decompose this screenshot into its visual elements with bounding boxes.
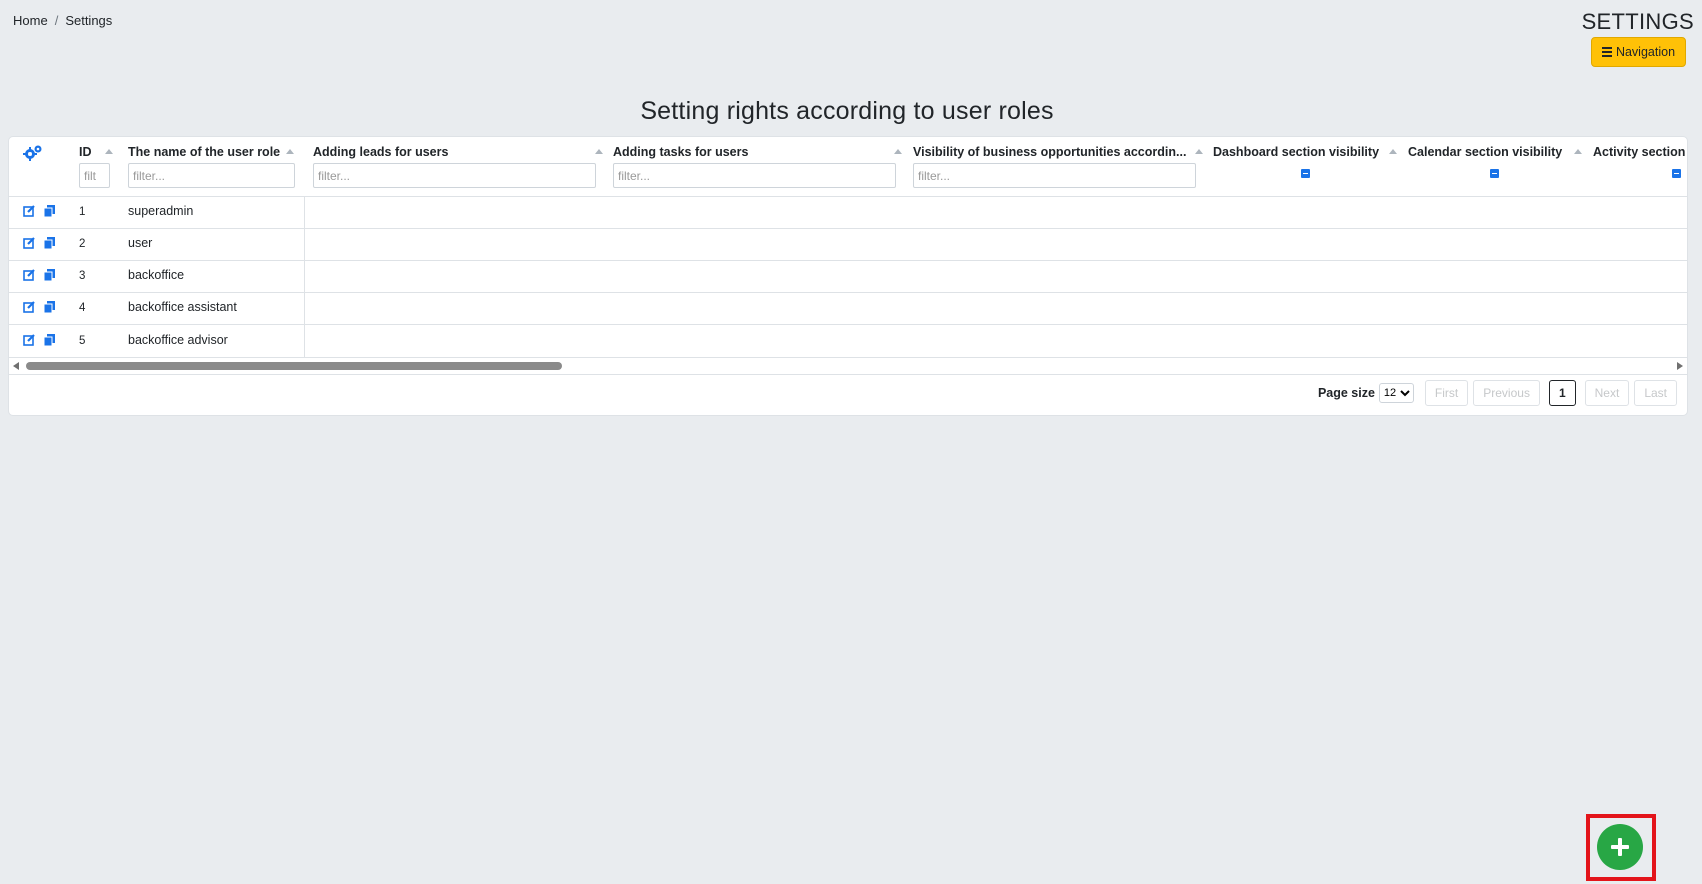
row-id: 5 — [79, 335, 86, 347]
breadcrumb: Home / Settings — [13, 13, 112, 28]
edit-icon[interactable] — [23, 334, 35, 346]
column-dashboard-header[interactable]: Dashboard section visibility — [1213, 145, 1379, 159]
plus-icon — [1611, 838, 1629, 856]
page-heading: SETTINGS — [1581, 9, 1694, 34]
table-row: 5 backoffice advisor — [9, 325, 1687, 358]
column-opportunities: Visibility of business opportunities acc… — [913, 137, 1203, 196]
row-id: 3 — [79, 270, 86, 282]
first-page-button[interactable]: First — [1424, 380, 1469, 406]
column-adding-leads-header[interactable]: Adding leads for users — [313, 145, 448, 159]
column-activity-header[interactable]: Activity section v — [1593, 145, 1687, 159]
row-id: 4 — [79, 302, 86, 314]
column-id-header[interactable]: ID — [79, 145, 92, 159]
next-page-button[interactable]: Next — [1584, 380, 1630, 406]
sort-icon[interactable] — [286, 149, 294, 154]
sort-icon[interactable] — [1574, 149, 1582, 154]
column-calendar-header[interactable]: Calendar section visibility — [1408, 145, 1562, 159]
menu-icon — [1601, 45, 1612, 59]
copy-icon[interactable] — [44, 334, 55, 346]
edit-icon[interactable] — [23, 301, 35, 313]
column-dashboard: Dashboard section visibility — [1213, 137, 1403, 196]
current-page-button[interactable]: 1 — [1548, 380, 1576, 406]
grid-header: ID The name of the user role Adding lead… — [9, 137, 1687, 197]
page-size-label: Page size — [1317, 386, 1375, 400]
copy-icon[interactable] — [44, 269, 55, 281]
column-role-name-header[interactable]: The name of the user role — [128, 145, 280, 159]
scroll-left-arrow-icon[interactable] — [13, 362, 19, 370]
row-actions — [23, 237, 55, 249]
last-page-button[interactable]: Last — [1634, 380, 1677, 406]
sort-icon[interactable] — [894, 149, 902, 154]
row-actions — [23, 334, 55, 346]
copy-icon[interactable] — [44, 205, 55, 217]
minus-checkbox-icon[interactable] — [1490, 169, 1499, 178]
minus-checkbox-icon[interactable] — [1672, 169, 1681, 178]
previous-page-button[interactable]: Previous — [1473, 380, 1540, 406]
row-id: 1 — [79, 206, 86, 218]
horizontal-scrollbar[interactable] — [9, 358, 1687, 375]
page-size-select[interactable]: 12 — [1378, 383, 1414, 403]
column-adding-tasks-header[interactable]: Adding tasks for users — [613, 145, 748, 159]
opportunities-filter-input[interactable] — [913, 163, 1196, 188]
page-title: Setting rights according to user roles — [640, 97, 1054, 125]
add-button[interactable] — [1597, 824, 1643, 870]
column-role-name: The name of the user role — [128, 137, 296, 196]
table-row: 3 backoffice — [9, 260, 1687, 293]
column-opportunities-header[interactable]: Visibility of business opportunities acc… — [913, 145, 1186, 159]
edit-icon[interactable] — [23, 269, 35, 281]
pagination: Page size 12 First Previous 1 Next Last — [1318, 379, 1677, 407]
adding-leads-filter-input[interactable] — [313, 163, 596, 188]
column-calendar: Calendar section visibility — [1408, 137, 1598, 196]
role-name-filter-input[interactable] — [128, 163, 295, 188]
adding-tasks-filter-input[interactable] — [613, 163, 896, 188]
gear-icon[interactable] — [23, 145, 43, 166]
column-adding-leads: Adding leads for users — [313, 137, 603, 196]
table-row: 1 superadmin — [9, 196, 1687, 229]
row-role-name: user — [128, 236, 153, 250]
row-role-name: backoffice — [128, 268, 185, 282]
scrollbar-thumb[interactable] — [26, 362, 562, 370]
copy-icon[interactable] — [44, 301, 55, 313]
minus-checkbox-icon[interactable] — [1301, 169, 1310, 178]
id-filter-input[interactable] — [79, 163, 110, 188]
navigation-button-label: Navigation — [1615, 45, 1676, 59]
column-activity: Activity section v — [1593, 137, 1687, 196]
row-actions — [23, 301, 55, 313]
breadcrumb-home-link[interactable]: Home — [13, 13, 48, 28]
row-id: 2 — [79, 238, 86, 250]
table-row: 4 backoffice assistant — [9, 292, 1687, 325]
navigation-button[interactable]: Navigation — [1591, 37, 1686, 67]
edit-icon[interactable] — [23, 237, 35, 249]
breadcrumb-separator: / — [54, 13, 59, 28]
sort-icon[interactable] — [105, 149, 113, 154]
row-role-name: backoffice assistant — [128, 300, 237, 314]
row-actions — [23, 269, 55, 281]
row-actions — [23, 205, 55, 217]
column-adding-tasks: Adding tasks for users — [613, 137, 903, 196]
column-id: ID — [79, 137, 119, 196]
sort-icon[interactable] — [595, 149, 603, 154]
roles-grid: ID The name of the user role Adding lead… — [8, 136, 1688, 416]
breadcrumb-current: Settings — [65, 13, 113, 28]
table-row: 2 user — [9, 228, 1687, 261]
row-role-name: superadmin — [128, 204, 194, 218]
copy-icon[interactable] — [44, 237, 55, 249]
row-role-name: backoffice advisor — [128, 333, 228, 347]
sort-icon[interactable] — [1195, 149, 1203, 154]
scroll-right-arrow-icon[interactable] — [1677, 362, 1683, 370]
edit-icon[interactable] — [23, 205, 35, 217]
sort-icon[interactable] — [1389, 149, 1397, 154]
